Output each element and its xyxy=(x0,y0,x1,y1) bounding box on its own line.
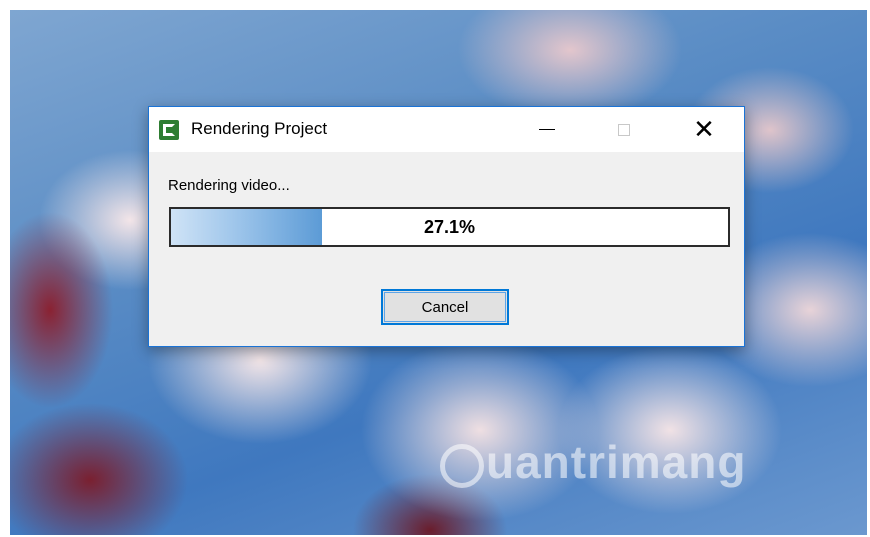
watermark-logo-icon xyxy=(440,443,484,488)
maximize-icon xyxy=(618,123,630,136)
close-button[interactable]: ✕ xyxy=(681,107,727,152)
cancel-button-label: Cancel xyxy=(421,298,469,316)
minimize-icon xyxy=(539,129,555,130)
status-text: Rendering video... xyxy=(168,177,290,194)
maximize-button xyxy=(601,107,647,152)
cancel-button[interactable]: Cancel xyxy=(381,289,509,325)
minimize-button[interactable] xyxy=(524,107,570,152)
dialog-title: Rendering Project xyxy=(191,119,328,138)
watermark: uantrimang xyxy=(440,435,746,489)
watermark-text: uantrimang xyxy=(486,436,747,488)
app-icon xyxy=(159,120,179,140)
progress-bar: 27.1% xyxy=(169,207,730,247)
close-icon: ✕ xyxy=(693,114,715,145)
rendering-dialog: Rendering Project ✕ Rendering video... 2… xyxy=(148,106,745,347)
progress-label: 27.1% xyxy=(423,216,476,237)
title-bar[interactable]: Rendering Project ✕ xyxy=(149,107,744,152)
